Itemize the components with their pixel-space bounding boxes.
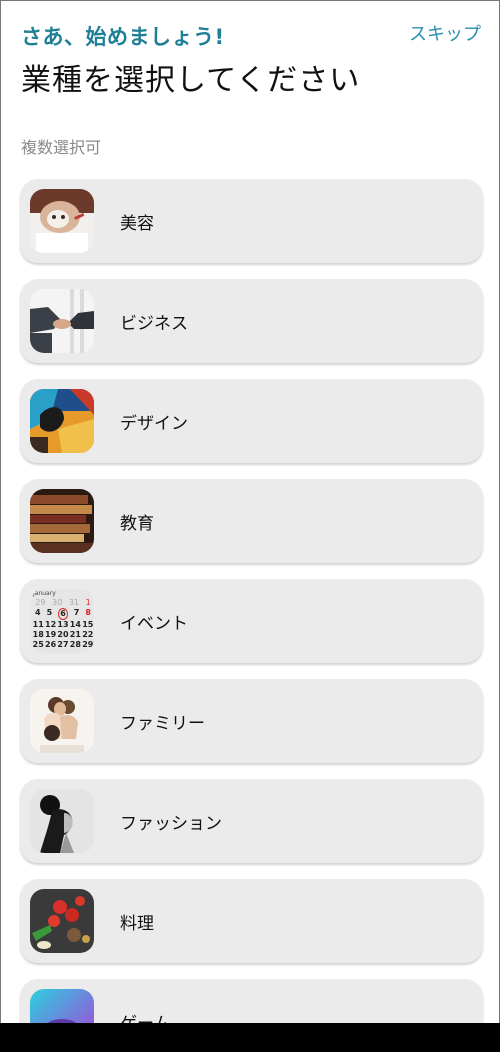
gaming-photo-icon (30, 989, 94, 1024)
greeting-text: さあ、始めましょう! (21, 25, 225, 49)
category-label: ゲーム (120, 1013, 171, 1025)
category-list: 美容 ビジネス デザイン 教育 January 29 30 31 1 4 5 6… (20, 179, 483, 1024)
category-label: ファッション (120, 813, 222, 834)
fashion-portrait-photo-icon (30, 789, 94, 853)
calendar-day: 14 (69, 620, 81, 629)
category-card-family[interactable]: ファミリー (20, 679, 483, 763)
calendar-day: 28 (69, 640, 81, 649)
calendar-day: 21 (69, 630, 81, 639)
abstract-art-photo-icon (30, 389, 94, 453)
calendar-day: 31 (68, 598, 79, 607)
category-label: 料理 (120, 913, 154, 934)
books-photo-icon (30, 489, 94, 553)
beauty-photo-icon (30, 189, 94, 253)
calendar-day: 5 (46, 608, 53, 617)
calendar-grid: 29 30 31 1 4 5 6 7 8 11 12 13 14 15 18 1… (32, 598, 94, 650)
couple-photo-icon (30, 689, 94, 753)
category-label: 教育 (120, 513, 154, 534)
calendar-day: 12 (45, 620, 57, 629)
handshake-photo-icon (30, 289, 94, 353)
category-card-gaming[interactable]: ゲーム (20, 979, 483, 1024)
calendar-day: 22 (82, 630, 94, 639)
calendar-day: 15 (82, 620, 94, 629)
page-title: 業種を選択してください (21, 63, 361, 98)
calendar-month: January (33, 590, 56, 597)
category-label: イベント (120, 613, 188, 634)
category-card-fashion[interactable]: ファッション (20, 779, 483, 863)
calendar-day: 29 (82, 640, 94, 649)
calendar-day: 27 (57, 640, 69, 649)
category-label: デザイン (120, 413, 188, 434)
category-label: ビジネス (120, 313, 188, 334)
category-card-business[interactable]: ビジネス (20, 279, 483, 363)
category-card-cooking[interactable]: 料理 (20, 879, 483, 963)
calendar-day: 29 (35, 598, 46, 607)
category-card-beauty[interactable]: 美容 (20, 179, 483, 263)
bottom-black-bar (0, 1023, 500, 1052)
calendar-day: 30 (52, 598, 63, 607)
multi-select-hint: 複数選択可 (21, 138, 102, 157)
category-label: 美容 (120, 213, 154, 234)
calendar-day: 18 (32, 630, 44, 639)
category-card-event[interactable]: January 29 30 31 1 4 5 6 7 8 11 12 13 14… (20, 579, 483, 663)
calendar-day: 1 (85, 598, 91, 607)
skip-button[interactable]: スキップ (409, 20, 481, 46)
app-screen: さあ、始めましょう! スキップ 業種を選択してください 複数選択可 美容 ビジネ… (0, 0, 500, 1024)
calendar-day: 25 (32, 640, 44, 649)
calendar-day: 19 (45, 630, 57, 639)
food-photo-icon (30, 889, 94, 953)
calendar-day: 20 (57, 630, 69, 639)
calendar-day: 7 (73, 608, 80, 617)
calendar-photo-icon: January 29 30 31 1 4 5 6 7 8 11 12 13 14… (30, 589, 94, 653)
calendar-day: 26 (45, 640, 57, 649)
category-card-design[interactable]: デザイン (20, 379, 483, 463)
calendar-day: 8 (85, 608, 91, 617)
calendar-day-highlighted: 6 (58, 608, 68, 620)
calendar-day: 4 (35, 608, 41, 617)
calendar-day: 11 (32, 620, 44, 629)
category-label: ファミリー (120, 713, 205, 734)
category-card-education[interactable]: 教育 (20, 479, 483, 563)
calendar-day: 13 (57, 620, 69, 629)
